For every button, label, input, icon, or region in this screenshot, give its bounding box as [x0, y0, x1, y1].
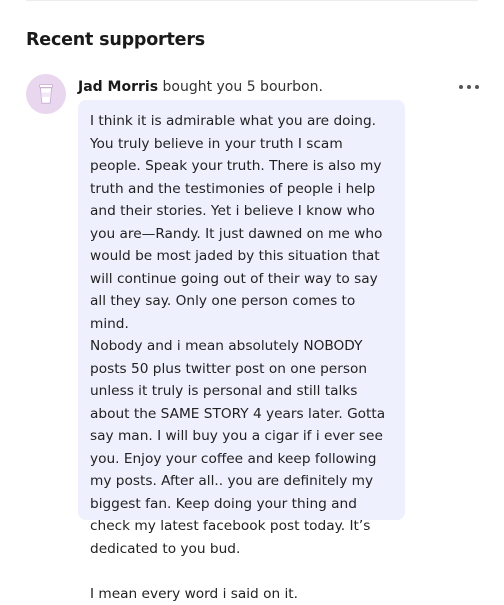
supporter-message: I think it is admirable what you are doi… — [90, 113, 386, 602]
dot — [467, 85, 471, 89]
section-divider — [26, 0, 478, 1]
avatar[interactable] — [26, 74, 66, 114]
supporter-header: Jad Morris bought you 5 bourbon. — [78, 78, 323, 96]
message-bubble: I think it is admirable what you are doi… — [78, 100, 405, 602]
section-title: Recent supporters — [26, 30, 205, 50]
dot — [475, 85, 479, 89]
coffee-cup-icon — [39, 84, 53, 104]
supporter-name[interactable]: Jad Morris — [78, 79, 158, 95]
more-options-button[interactable] — [459, 81, 479, 93]
supporter-action: bought you 5 bourbon. — [162, 79, 323, 95]
dot — [459, 85, 463, 89]
